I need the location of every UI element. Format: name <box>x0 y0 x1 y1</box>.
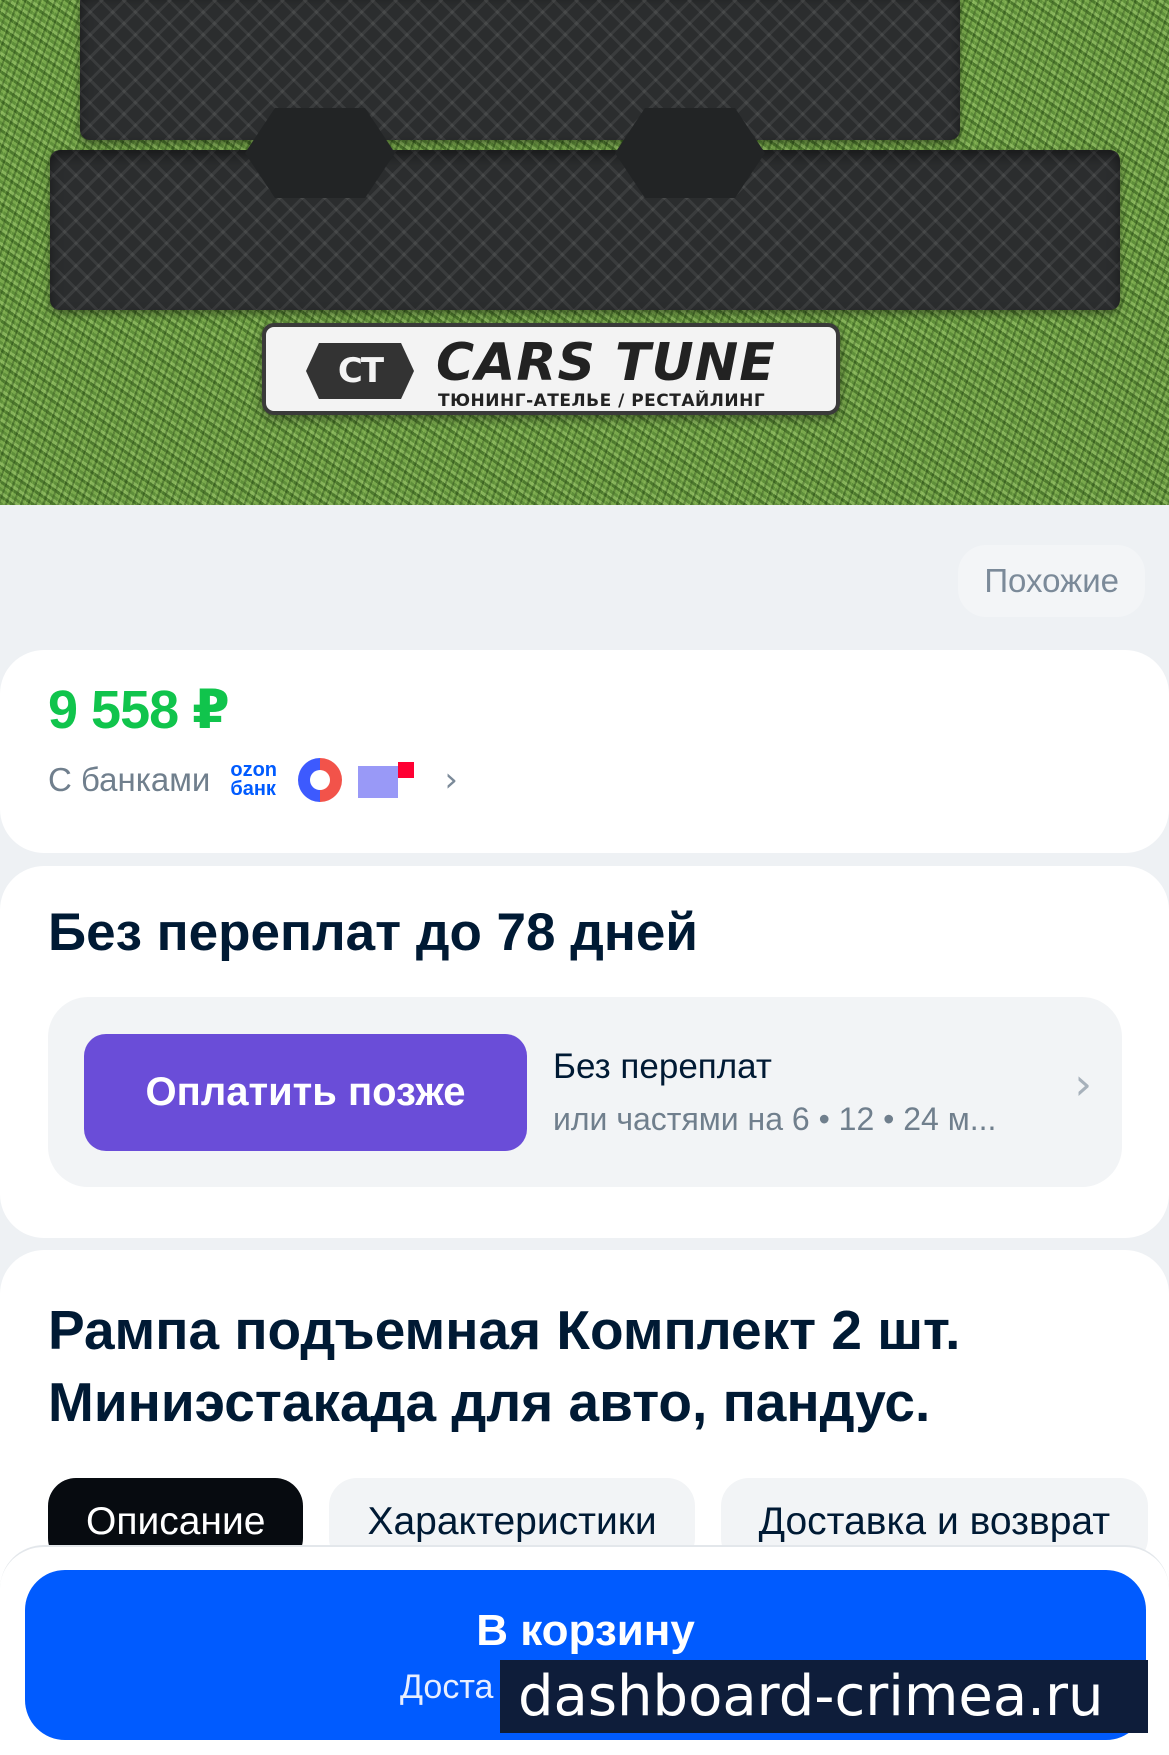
watermark: dashboard-crimea.ru <box>500 1660 1148 1733</box>
installment-title: Без переплат до 78 дней <box>48 903 698 962</box>
chevron-right-icon: › <box>444 760 458 800</box>
similar-strip: Похожие <box>0 505 1169 647</box>
ramp-hex-pad-right <box>615 108 765 198</box>
brand-plate: CT CARS TUNE ТЮНИНГ-АТЕЛЬЕ / РЕСТАЙЛИНГ <box>262 323 840 415</box>
with-banks-label: С банками <box>48 761 211 798</box>
ozon-bank-icon: ozon банк <box>230 759 278 800</box>
ramp-lower <box>50 150 1120 310</box>
installment-line-main: Без переплат <box>553 1047 772 1086</box>
installment-line-sub: или частями на 6 • 12 • 24 м... <box>553 1101 997 1137</box>
delivery-sub-label: Доста <box>400 1668 494 1706</box>
ramp-upper <box>80 0 960 140</box>
similar-button[interactable]: Похожие <box>958 545 1145 617</box>
pay-later-button[interactable]: Оплатить позже <box>84 1034 527 1151</box>
ramp-hex-pad-left <box>245 108 395 198</box>
product-title: Рампа подъемная Комплект 2 шт. Миниэстак… <box>48 1299 961 1433</box>
installment-offer[interactable]: Оплатить позже Без переплат или частями … <box>48 997 1122 1187</box>
add-to-cart-label: В корзину <box>476 1606 695 1655</box>
chevron-right-icon: › <box>1074 1059 1092 1110</box>
ct-logo: CT <box>306 343 414 399</box>
installment-card: Без переплат до 78 дней Оплатить позже Б… <box>0 866 1169 1238</box>
payment-system-icon <box>358 762 416 798</box>
bank-offers-row[interactable]: С банками ozon банк › <box>48 758 458 802</box>
price-value: 9 558 ₽ <box>48 680 230 740</box>
bank-card-icon <box>298 758 343 802</box>
product-photo[interactable]: CT CARS TUNE ТЮНИНГ-АТЕЛЬЕ / РЕСТАЙЛИНГ <box>0 0 1169 505</box>
brand-name: CARS TUNE <box>436 333 776 393</box>
price-card: 9 558 ₽ С банками ozon банк › <box>0 650 1169 853</box>
brand-tagline: ТЮНИНГ-АТЕЛЬЕ / РЕСТАЙЛИНГ <box>438 391 766 411</box>
